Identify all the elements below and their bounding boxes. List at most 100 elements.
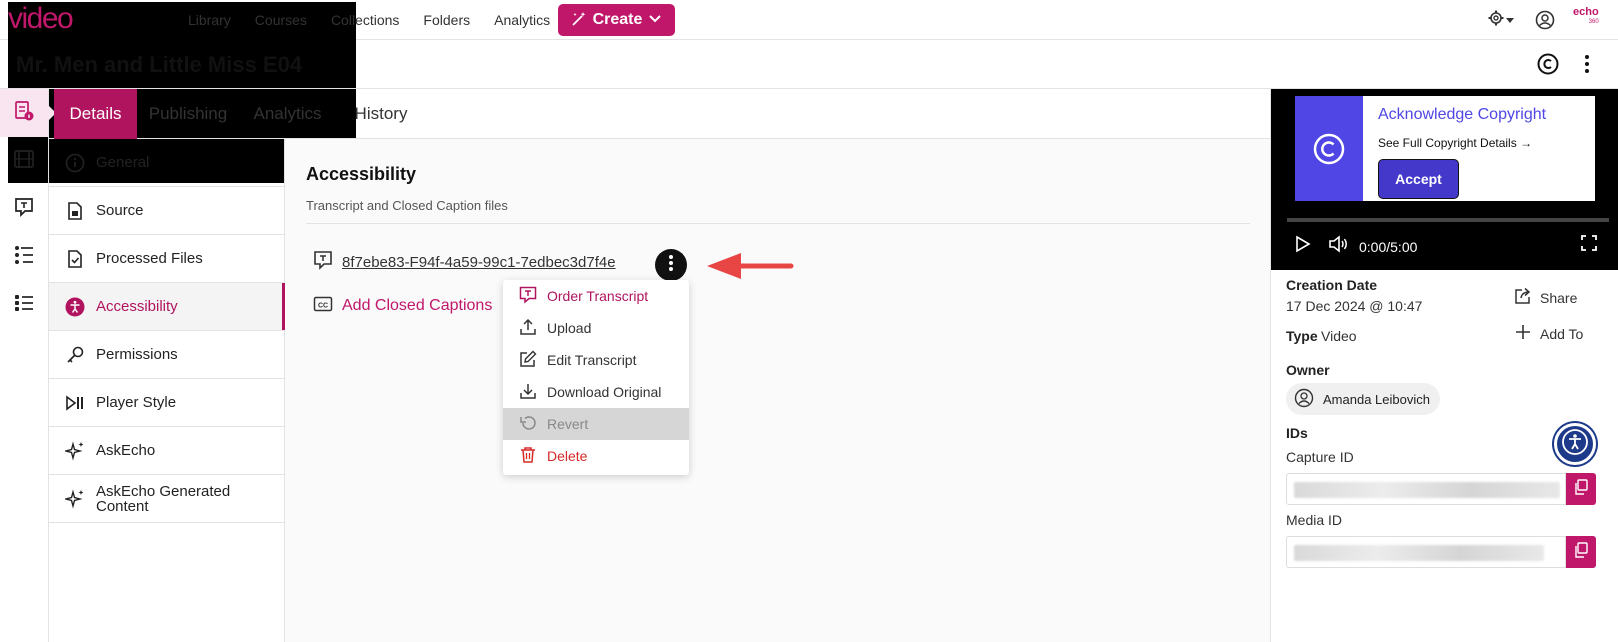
top-nav: echovideo Library Courses Collections Fo… xyxy=(0,0,1618,183)
type-label: Type xyxy=(1286,328,1318,344)
tab-details[interactable]: Details xyxy=(54,89,137,139)
more-vertical-icon xyxy=(668,254,674,277)
svg-text:CC: CC xyxy=(318,302,328,309)
accessibility-panel: Accessibility Transcript and Closed Capt… xyxy=(285,139,1270,642)
nav-courses[interactable]: Courses xyxy=(255,12,307,28)
details-side-panel: Acknowledge Copyright See Full Copyright… xyxy=(1270,89,1618,642)
nav-library[interactable]: Library xyxy=(188,12,231,28)
tab-publishing[interactable]: Publishing xyxy=(137,89,239,139)
menu-edit-transcript[interactable]: Edit Transcript xyxy=(503,344,689,376)
play-pause-icon xyxy=(65,393,85,413)
section-permissions[interactable]: Permissions xyxy=(49,331,285,379)
closed-captions-icon: CC xyxy=(313,294,333,319)
transcript-menu-button[interactable] xyxy=(655,249,687,281)
volume-icon[interactable] xyxy=(1328,234,1350,259)
share-button[interactable]: Share xyxy=(1514,287,1577,308)
section-label: AskEcho Generated Content xyxy=(96,482,231,515)
tab-analytics[interactable]: Analytics xyxy=(239,89,336,139)
media-id-field[interactable] xyxy=(1286,536,1566,568)
nav-folders[interactable]: Folders xyxy=(423,12,470,28)
tab-bar: Details Publishing Analytics History xyxy=(49,89,1270,139)
video-progress-bar[interactable] xyxy=(1287,218,1609,222)
transcript-icon xyxy=(13,196,35,223)
section-player-style[interactable]: Player Style xyxy=(49,379,285,427)
accessibility-person-icon xyxy=(1561,428,1589,461)
user-account-icon[interactable] xyxy=(1535,10,1555,30)
section-menu: General Source Processed Files Accessibi… xyxy=(49,139,285,642)
settings-menu[interactable] xyxy=(1488,10,1518,30)
menu-delete[interactable]: Delete xyxy=(503,440,689,472)
side-icon-rail xyxy=(0,89,56,642)
redacted-value xyxy=(1294,545,1544,561)
media-id-label: Media ID xyxy=(1286,512,1343,528)
menu-revert[interactable]: Revert xyxy=(503,408,689,440)
create-label: Create xyxy=(592,11,643,28)
section-processed-files[interactable]: Processed Files xyxy=(49,235,285,283)
add-to-button[interactable]: Add To xyxy=(1516,325,1583,342)
section-askecho-generated[interactable]: AskEcho Generated Content xyxy=(49,475,285,523)
create-button[interactable]: Create xyxy=(558,4,675,36)
section-askecho[interactable]: AskEcho xyxy=(49,427,285,475)
panel-title: Accessibility xyxy=(306,164,417,184)
chapters-rail-button[interactable] xyxy=(0,233,48,281)
section-label: Source xyxy=(96,202,144,219)
arrow-right-icon: → xyxy=(1520,136,1533,150)
file-check-icon xyxy=(65,249,85,269)
menu-download-original[interactable]: Download Original xyxy=(503,376,689,408)
copyright-details-link[interactable]: See Full Copyright Details → xyxy=(1378,136,1532,150)
accessibility-widget-button[interactable] xyxy=(1554,423,1596,465)
share-icon xyxy=(1514,287,1532,308)
section-source[interactable]: Source xyxy=(49,187,285,235)
page-title: Mr. Men and Little Miss E04 xyxy=(16,52,303,77)
nav-collections[interactable]: Collections xyxy=(331,12,399,28)
app-root: echovideo Library Courses Collections Fo… xyxy=(0,0,1618,642)
play-icon[interactable] xyxy=(1295,235,1311,258)
transcript-icon xyxy=(519,286,537,307)
file-icon xyxy=(65,201,85,221)
panel-subtitle: Transcript and Closed Caption files xyxy=(306,198,508,213)
capture-id-label: Capture ID xyxy=(1286,449,1354,465)
section-general[interactable]: General xyxy=(49,139,285,187)
gear-icon xyxy=(1488,10,1504,31)
details-rail-button[interactable] xyxy=(0,89,56,137)
transcript-file-row: 8f7ebe83-F94f-4a59-99c1-7edbec3d7f4e xyxy=(313,247,616,277)
undo-icon xyxy=(519,414,537,435)
bullet-list-icon xyxy=(13,292,35,319)
accept-button[interactable]: Accept xyxy=(1378,159,1459,199)
echovideo-logo[interactable]: echovideo xyxy=(8,2,356,183)
info-icon xyxy=(65,153,85,173)
add-closed-captions[interactable]: CC Add Closed Captions xyxy=(313,291,492,321)
tab-history[interactable]: History xyxy=(336,89,426,139)
fullscreen-icon[interactable] xyxy=(1581,235,1597,256)
section-label: General xyxy=(96,154,150,171)
outline-rail-button[interactable] xyxy=(0,281,48,329)
type-value: Video xyxy=(1321,328,1357,344)
section-label: Player Style xyxy=(96,394,177,411)
copyright-icon[interactable] xyxy=(1537,53,1559,75)
sparkles-icon xyxy=(65,488,85,509)
nav-analytics[interactable]: Analytics xyxy=(494,12,550,28)
menu-upload[interactable]: Upload xyxy=(503,312,689,344)
edit-icon xyxy=(519,350,537,371)
transcript-file-link[interactable]: 8f7ebe83-F94f-4a59-99c1-7edbec3d7f4e xyxy=(342,254,616,271)
more-options-icon[interactable] xyxy=(1582,53,1592,75)
copyright-card: Acknowledge Copyright See Full Copyright… xyxy=(1295,96,1595,201)
transcript-rail-button[interactable] xyxy=(0,185,48,233)
key-icon xyxy=(65,345,85,365)
video-player[interactable]: Acknowledge Copyright See Full Copyright… xyxy=(1271,89,1618,270)
capture-id-field[interactable] xyxy=(1286,473,1566,505)
section-accessibility[interactable]: Accessibility xyxy=(49,283,285,331)
copy-icon xyxy=(1574,541,1588,563)
document-info-icon xyxy=(13,100,35,127)
menu-order-transcript[interactable]: Order Transcript xyxy=(503,280,689,312)
section-label: Accessibility xyxy=(96,298,178,315)
owner-chip[interactable]: Amanda Leibovich xyxy=(1286,383,1440,415)
copy-capture-id-button[interactable] xyxy=(1566,473,1596,505)
trash-icon xyxy=(519,446,537,467)
copy-media-id-button[interactable] xyxy=(1566,536,1596,568)
copyright-title: Acknowledge Copyright xyxy=(1378,106,1547,123)
media-rail-button[interactable] xyxy=(0,137,48,185)
playback-time: 0:00/5:00 xyxy=(1359,239,1418,255)
red-arrow-annotation xyxy=(705,251,795,286)
download-icon xyxy=(519,382,537,403)
